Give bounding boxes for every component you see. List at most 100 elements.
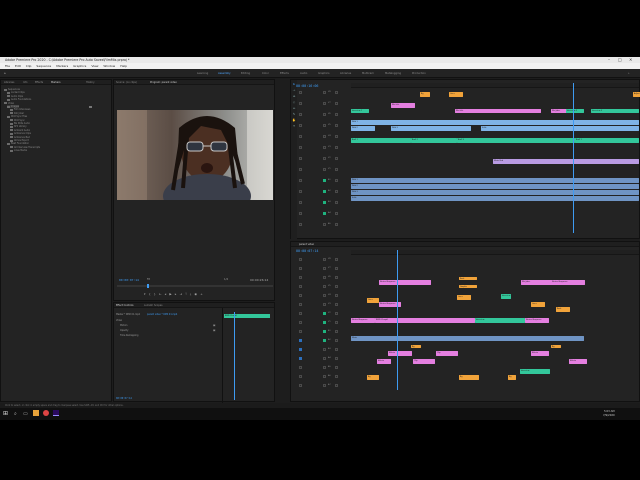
timeline-clip[interactable]: Wild 3 [391, 126, 471, 131]
track-header[interactable]: A5 [299, 365, 357, 370]
track-target-toggle[interactable] [323, 338, 326, 342]
timeline-clip[interactable]: Bg [411, 345, 421, 348]
workspace-tab-production[interactable]: Production [412, 72, 426, 75]
timeline-clip[interactable]: RMX 01.mp4 [375, 318, 475, 323]
top-timeline-timecode[interactable]: 00:00:16:06 [296, 84, 318, 88]
lock-icon[interactable] [299, 189, 302, 193]
track-target-toggle[interactable] [323, 293, 326, 297]
timeline-clip[interactable]: Broll 3 [457, 138, 575, 143]
lock-icon[interactable] [299, 266, 302, 270]
lock-icon[interactable] [299, 356, 302, 360]
effect-row-opacity[interactable]: Opacity [120, 329, 128, 332]
tab-program-monitor[interactable]: Program: parent video [150, 81, 177, 84]
type-tool-icon[interactable]: T [292, 124, 296, 128]
track-header[interactable]: V7 [299, 101, 357, 106]
eye-icon[interactable] [335, 311, 338, 315]
track-target-toggle[interactable] [323, 90, 326, 94]
eye-icon[interactable] [335, 211, 338, 215]
timeline-clip[interactable]: Wild 1 [351, 120, 639, 125]
eye-icon[interactable] [335, 156, 338, 160]
effect-controls-playhead[interactable] [234, 312, 235, 400]
tab-info[interactable]: Info [23, 81, 28, 84]
lock-icon[interactable] [299, 311, 302, 315]
track-target-toggle[interactable] [323, 329, 326, 333]
lock-icon[interactable] [299, 101, 302, 105]
track-target-toggle[interactable] [323, 275, 326, 279]
track-target-toggle[interactable] [323, 167, 326, 171]
bottom-timeline-playhead[interactable] [397, 250, 398, 390]
timeline-clip[interactable]: Kiki title [391, 103, 415, 108]
lock-icon[interactable] [299, 156, 302, 160]
eye-icon[interactable] [335, 134, 338, 138]
timeline-clip[interactable]: Rock [556, 307, 570, 312]
lock-icon[interactable] [299, 329, 302, 333]
effect-clip-bar[interactable]: RMX 01.mp4 [224, 314, 270, 318]
fit-dropdown[interactable]: Fit [147, 278, 150, 281]
pen-tool-icon[interactable]: ✎ [292, 112, 296, 116]
timeline-clip[interactable]: Effects [569, 359, 587, 364]
timeline-clip[interactable]: Effects [388, 351, 412, 356]
top-timeline-playhead[interactable] [573, 83, 574, 233]
timeline-clip[interactable]: Effects [377, 359, 391, 364]
tab-effect-controls[interactable]: Effect Controls [116, 304, 134, 307]
track-header[interactable]: A2 [299, 189, 357, 194]
browser-taskbar-icon[interactable] [43, 410, 49, 416]
timeline-clip[interactable]: Interview 2 [566, 109, 584, 113]
track-header[interactable]: A4 [299, 211, 357, 216]
track-target-toggle[interactable] [323, 257, 326, 261]
lock-icon[interactable] [299, 365, 302, 369]
timeline-clip[interactable]: Effects [531, 351, 549, 356]
eye-icon[interactable] [335, 284, 338, 288]
track-target-toggle[interactable] [323, 156, 326, 160]
track-target-toggle[interactable] [323, 374, 326, 378]
timeline-clip[interactable]: Bg [551, 345, 561, 348]
track-target-toggle[interactable] [323, 211, 326, 215]
workspace-tab-libraries[interactable]: Libraries [340, 72, 351, 75]
eye-icon[interactable] [335, 302, 338, 306]
track-header[interactable]: A3 [299, 347, 357, 352]
eye-icon[interactable] [335, 257, 338, 261]
workspace-tab-learning[interactable]: Learning [197, 72, 208, 75]
eye-icon[interactable] [335, 383, 338, 387]
timeline-clip[interactable]: Nested Sequence [379, 280, 431, 285]
track-header[interactable]: V5 [299, 123, 357, 128]
motion-fx-icon[interactable]: ▣ [213, 324, 215, 327]
eye-icon[interactable] [335, 266, 338, 270]
track-header[interactable]: A2 [299, 338, 357, 343]
track-header[interactable]: V3 [299, 302, 357, 307]
lock-icon[interactable] [299, 374, 302, 378]
lock-icon[interactable] [299, 293, 302, 297]
eye-icon[interactable] [335, 329, 338, 333]
track-header[interactable]: V4 [299, 134, 357, 139]
eye-icon[interactable] [335, 374, 338, 378]
track-header[interactable]: V5 [299, 284, 357, 289]
lock-icon[interactable] [299, 178, 302, 182]
eye-icon[interactable] [335, 222, 338, 226]
workspace-tab-editing[interactable]: Editing [241, 72, 250, 75]
lock-icon[interactable] [299, 145, 302, 149]
track-header[interactable]: A1 [299, 178, 357, 183]
track-header[interactable]: V6 [299, 275, 357, 280]
hand-tool-icon[interactable]: ✋ [292, 118, 296, 122]
timeline-clip[interactable]: Broll 1 [351, 138, 411, 143]
timeline-clip[interactable]: Clip [436, 351, 458, 356]
taskbar-clock[interactable]: 5:03 AM [604, 410, 615, 413]
timeline-clip[interactable]: Broll 2 [411, 138, 457, 143]
slip-tool-icon[interactable]: ↔ [292, 106, 296, 110]
workspace-tab-metalogging[interactable]: Metalogging [385, 72, 401, 75]
tab-lumetri-scopes[interactable]: Lumetri Scopes [144, 304, 162, 307]
lock-icon[interactable] [299, 123, 302, 127]
lock-icon[interactable] [299, 134, 302, 138]
lock-icon[interactable] [299, 302, 302, 306]
timeline-clip[interactable]: Interview [501, 294, 511, 299]
tab-history[interactable]: History [86, 81, 95, 84]
track-header[interactable]: V6 [299, 112, 357, 117]
search-taskbar-icon[interactable]: ⌕ [14, 411, 17, 417]
lock-icon[interactable] [299, 275, 302, 279]
home-icon[interactable]: ⌂ [4, 72, 6, 75]
eye-icon[interactable] [335, 112, 338, 116]
track-header[interactable]: V4 [299, 293, 357, 298]
timeline-clip[interactable]: Wild 2 [351, 184, 639, 189]
track-header[interactable]: V2 [299, 156, 357, 161]
menu-edit[interactable]: Edit [15, 64, 21, 68]
